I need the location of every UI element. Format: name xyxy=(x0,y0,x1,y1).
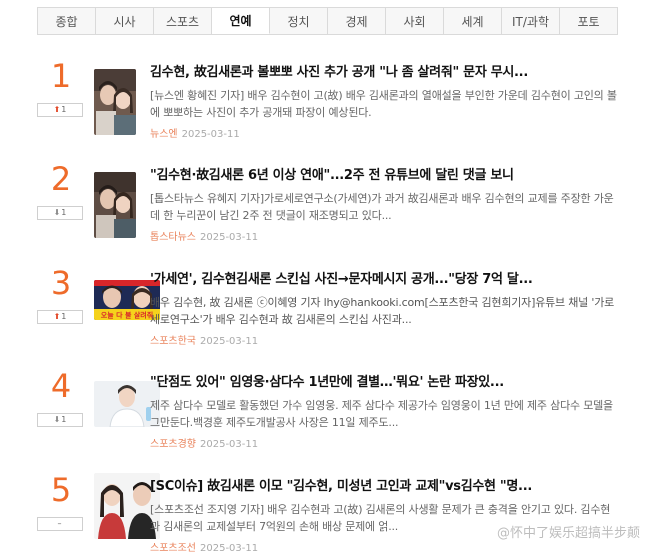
news-meta: 뉴스엔 2025-03-11 xyxy=(150,125,620,140)
tab-world[interactable]: 세계 xyxy=(444,8,502,34)
tab-photo[interactable]: 포토 xyxy=(560,8,617,34)
news-source[interactable]: 뉴스엔 xyxy=(150,129,178,140)
news-meta: 톱스타뉴스 2025-03-11 xyxy=(150,228,620,243)
news-content: 김수현, 故김새론과 볼뽀뽀 사진 추가 공개 "나 좀 살려줘" 문자 무시.… xyxy=(150,61,620,140)
news-date: 2025-03-11 xyxy=(200,439,259,450)
news-date: 2025-03-11 xyxy=(200,232,259,243)
news-summary: 제주 삼다수 모델로 활동했던 가수 임영웅. 제주 삼다수 제공가수 임영웅이… xyxy=(150,399,613,429)
rank-number: 5 xyxy=(50,471,72,509)
rank-number: 4 xyxy=(50,367,72,405)
news-item: 2 ⬇1 "김수현·故김새론 6년 이상 연애"...2주 전 유튜브에 달린 … xyxy=(37,156,637,256)
rank-box: 1 ⬆1 xyxy=(37,53,85,117)
news-item: 3 ⬆1 오늘 다 불 살려줘 '가세연', 김수현김새론 스킨십 사진→문자메… xyxy=(37,260,637,360)
rank-up-arrow-icon: ⬆ xyxy=(53,312,61,321)
news-date: 2025-03-11 xyxy=(200,336,259,347)
rank-change-value: 1 xyxy=(61,105,67,114)
rank-down-arrow-icon: ⬇ xyxy=(53,415,61,424)
couple-photo-icon[interactable] xyxy=(94,69,136,135)
news-date: 2025-03-11 xyxy=(200,543,259,553)
rank-number: 3 xyxy=(50,264,72,302)
news-title[interactable]: "단점도 있어" 임영웅·삼다수 1년만에 결별…'뭐요' 논란 파장있... xyxy=(150,371,620,390)
news-meta: 스포츠조선 2025-03-11 xyxy=(150,539,620,553)
thumb-caption: 오늘 다 불 살려줘 xyxy=(101,311,153,320)
tab-current-affairs[interactable]: 시사 xyxy=(96,8,154,34)
news-source[interactable]: 스포츠한국 xyxy=(150,336,196,347)
tab-it-science[interactable]: IT/과학 xyxy=(502,8,560,34)
rank-box: 3 ⬆1 xyxy=(37,260,85,324)
news-summary: 배우 김수현, 故 김새론 ⓒ이혜영 기자 lhy@hankooki.com[스… xyxy=(150,296,615,326)
category-tabs: 종합 시사 스포츠 연예 정치 경제 사회 세계 IT/과학 포토 xyxy=(37,7,618,35)
rank-box: 5 – xyxy=(37,467,85,531)
news-summary: [뉴스엔 황혜진 기자] 배우 김수현이 고(故) 배우 김새론과의 열애설을 … xyxy=(150,89,617,119)
rank-change-badge: ⬆1 xyxy=(37,103,83,117)
news-content: '가세연', 김수현김새론 스킨십 사진→문자메시지 공개..."당장 7억 달… xyxy=(150,268,620,347)
tab-general[interactable]: 종합 xyxy=(38,8,96,34)
rank-change-badge: ⬇1 xyxy=(37,206,83,220)
rank-up-arrow-icon: ⬆ xyxy=(53,105,61,114)
rank-box: 2 ⬇1 xyxy=(37,156,85,220)
news-content: "김수현·故김새론 6년 이상 연애"...2주 전 유튜브에 달린 댓글 보니… xyxy=(150,164,620,243)
news-title[interactable]: [SC이슈] 故김새론 이모 "김수현, 미성년 고인과 교제"vs김수현 "명… xyxy=(150,475,620,494)
rank-number: 1 xyxy=(50,57,72,95)
rank-box: 4 ⬇1 xyxy=(37,363,85,427)
news-meta: 스포츠경향 2025-03-11 xyxy=(150,435,620,450)
news-source[interactable]: 스포츠경향 xyxy=(150,439,196,450)
news-title[interactable]: "김수현·故김새론 6년 이상 연애"...2주 전 유튜브에 달린 댓글 보니 xyxy=(150,164,620,183)
news-content: "단점도 있어" 임영웅·삼다수 1년만에 결별…'뭐요' 논란 파장있... … xyxy=(150,371,620,450)
news-content: [SC이슈] 故김새론 이모 "김수현, 미성년 고인과 교제"vs김수현 "명… xyxy=(150,475,620,553)
news-date: 2025-03-11 xyxy=(181,129,240,140)
rank-number: 2 xyxy=(50,160,72,198)
rank-down-arrow-icon: ⬇ xyxy=(53,208,61,217)
news-item: 4 ⬇1 "단점도 있어" 임영웅·삼다수 1년만에 결별…'뭐요' 논란 파장… xyxy=(37,363,637,463)
rank-change-value: 1 xyxy=(61,312,67,321)
tab-politics[interactable]: 정치 xyxy=(270,8,328,34)
news-meta: 스포츠한국 2025-03-11 xyxy=(150,332,620,347)
news-title[interactable]: '가세연', 김수현김새론 스킨십 사진→문자메시지 공개..."당장 7억 달… xyxy=(150,268,620,287)
news-source[interactable]: 스포츠조선 xyxy=(150,543,196,553)
tab-society[interactable]: 사회 xyxy=(386,8,444,34)
rank-change-badge: ⬇1 xyxy=(37,413,83,427)
news-summary: [톱스타뉴스 유혜지 기자]가로세로연구소(가세연)가 과거 故김새론과 배우 … xyxy=(150,192,614,222)
tab-economy[interactable]: 경제 xyxy=(328,8,386,34)
news-source[interactable]: 톱스타뉴스 xyxy=(150,232,196,243)
news-title[interactable]: 김수현, 故김새론과 볼뽀뽀 사진 추가 공개 "나 좀 살려줘" 문자 무시.… xyxy=(150,61,620,80)
rank-same-dash-icon: – xyxy=(57,519,62,528)
watermark: @怀中了娱乐超搞半步颠 xyxy=(496,526,640,541)
news-item: 1 ⬆1 김수현, 故김새론과 볼뽀뽀 사진 추가 공개 "나 좀 살려줘" 문… xyxy=(37,53,637,153)
rank-change-value: 1 xyxy=(61,415,67,424)
tab-sports[interactable]: 스포츠 xyxy=(154,8,212,34)
couple-photo-icon[interactable] xyxy=(94,172,136,238)
rank-change-badge: – xyxy=(37,517,83,531)
rank-change-badge: ⬆1 xyxy=(37,310,83,324)
tab-entertainment[interactable]: 연예 xyxy=(212,8,270,34)
rank-change-value: 1 xyxy=(61,208,67,217)
